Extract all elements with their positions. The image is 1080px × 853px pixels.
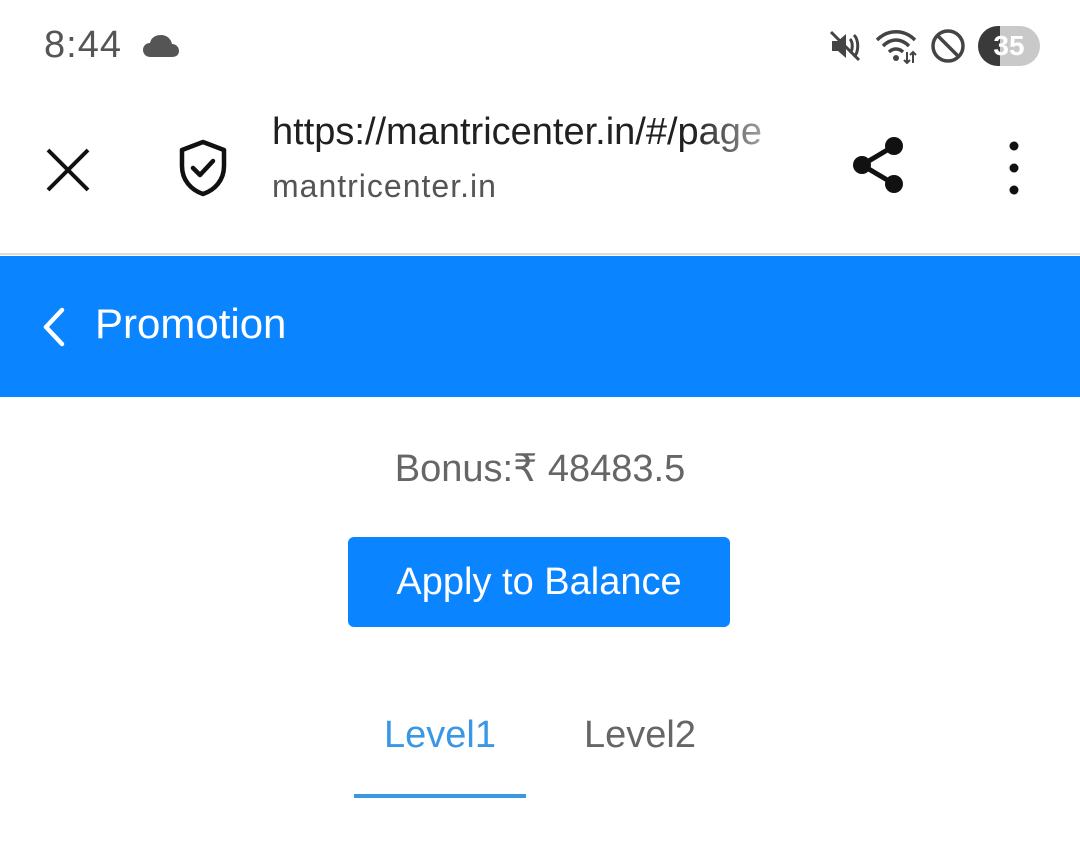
battery-level: 35 xyxy=(993,30,1025,61)
app-header: Promotion xyxy=(0,256,1080,397)
do-not-disturb-icon xyxy=(931,29,965,63)
close-icon[interactable] xyxy=(40,142,96,198)
page-title: Promotion xyxy=(95,300,287,347)
address-bar[interactable]: https://mantricenter.in/#/page mantricen… xyxy=(272,106,812,226)
tab-level1[interactable]: Level1 xyxy=(354,714,526,757)
back-chevron-icon[interactable] xyxy=(38,306,68,348)
toolbar-divider xyxy=(0,253,1080,255)
domain-text: mantricenter.in xyxy=(272,168,497,204)
status-time: 8:44 xyxy=(44,24,122,66)
shield-check-icon[interactable] xyxy=(176,138,230,198)
status-bar: 8:44 35 xyxy=(0,0,1080,92)
bonus-amount: Bonus:₹ 48483.5 xyxy=(394,448,686,490)
apply-to-balance-button[interactable]: Apply to Balance xyxy=(348,537,730,627)
status-icons: 35 xyxy=(828,24,1040,68)
browser-toolbar: https://mantricenter.in/#/page mantricen… xyxy=(0,92,1080,254)
wifi-icon xyxy=(875,30,917,64)
share-icon[interactable] xyxy=(848,134,908,196)
battery-icon: 35 xyxy=(978,26,1040,66)
cloud-icon xyxy=(143,35,179,57)
active-tab-indicator xyxy=(354,794,526,798)
tab-level2[interactable]: Level2 xyxy=(560,714,720,757)
more-vert-icon[interactable] xyxy=(996,138,1032,198)
mute-icon xyxy=(829,30,861,62)
url-text: https://mantricenter.in/#/page xyxy=(272,111,763,153)
